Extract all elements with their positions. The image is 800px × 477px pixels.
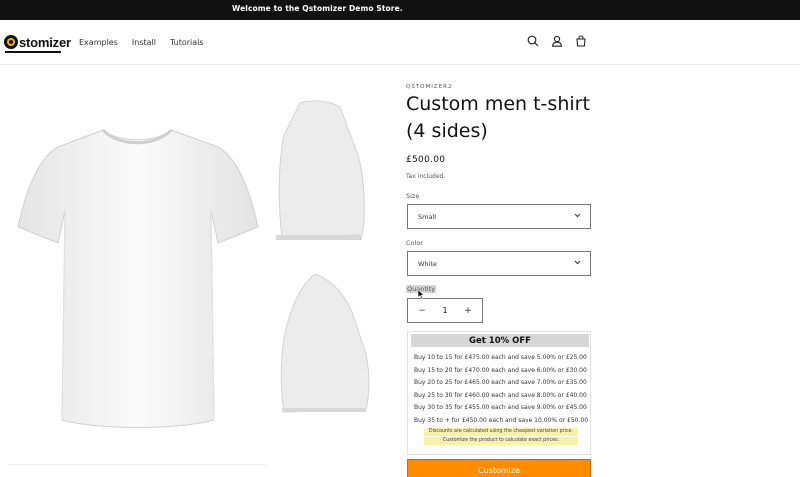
discount-tier: Buy 15 to 20 for £470.00 each and save 6… (414, 366, 587, 374)
discount-tier: Buy 10 to 15 for £475.00 each and save 5… (414, 354, 587, 361)
tshirt-side-image[interactable] (270, 85, 376, 270)
discount-tier: Buy 25 to 30 for £460.00 each and save 8… (414, 391, 587, 399)
product-vendor: QSTOMIZER2 (406, 84, 453, 90)
logo-q-icon (4, 35, 18, 49)
color-select[interactable]: White (407, 251, 591, 276)
size-select[interactable]: Small (407, 204, 591, 229)
discount-note-2: Customize the product to calculate exact… (424, 437, 578, 445)
tshirt-front-image[interactable] (8, 85, 266, 465)
announcement-text: Welcome to the Qstomizer Demo Store. (232, 4, 403, 13)
logo-text: stomizer (19, 34, 71, 50)
discount-tier-list: Buy 10 to 15 for £475.00 each and save 5… (414, 352, 588, 427)
site-header: stomizer Examples Install Tutorials (0, 20, 800, 65)
account-icon[interactable] (550, 34, 564, 48)
customize-button[interactable]: Customize (407, 459, 591, 477)
quantity-increase-button[interactable]: + (463, 306, 473, 316)
quantity-decrease-button[interactable]: − (417, 306, 427, 316)
mouse-cursor-icon (417, 289, 425, 299)
announcement-bar: Welcome to the Qstomizer Demo Store. (0, 0, 800, 20)
discount-tier: Buy 20 to 25 for £465.00 each and save 7… (414, 379, 587, 386)
color-value: White (418, 259, 437, 268)
chevron-down-icon (574, 213, 581, 218)
chevron-down-icon (574, 260, 581, 265)
cart-icon[interactable] (574, 34, 588, 48)
logo-underline (5, 51, 61, 53)
header-icons (526, 34, 588, 48)
nav-examples[interactable]: Examples (79, 38, 118, 47)
nav-tutorials[interactable]: Tutorials (170, 38, 204, 47)
quantity-stepper[interactable]: − 1 + (407, 298, 483, 323)
product-price: £500.00 (406, 155, 446, 165)
tshirt-other-side-image[interactable] (270, 273, 376, 459)
size-value: Small (418, 212, 437, 221)
volume-discount-box: Get 10% OFF Buy 10 to 15 for £475.00 eac… (407, 331, 591, 455)
discount-heading: Get 10% OFF (411, 334, 589, 347)
discount-note-1: Discounts are calculated using the cheap… (424, 428, 578, 436)
search-icon[interactable] (526, 34, 540, 48)
quantity-value[interactable]: 1 (442, 306, 447, 315)
color-label: Color (406, 239, 423, 247)
tax-note: Tax included. (406, 173, 446, 180)
size-label: Size (406, 192, 420, 200)
discount-tier: Buy 35 to + for £450.00 each and save 10… (414, 416, 589, 424)
nav-install[interactable]: Install (132, 38, 156, 47)
product-gallery (0, 85, 392, 465)
main-nav: Examples Install Tutorials (79, 38, 204, 47)
product-title: Custom men t-shirt (4 sides) (406, 93, 590, 142)
discount-tier: Buy 30 to 35 for £455.00 each and save 9… (414, 404, 587, 411)
logo[interactable]: stomizer (4, 34, 71, 53)
